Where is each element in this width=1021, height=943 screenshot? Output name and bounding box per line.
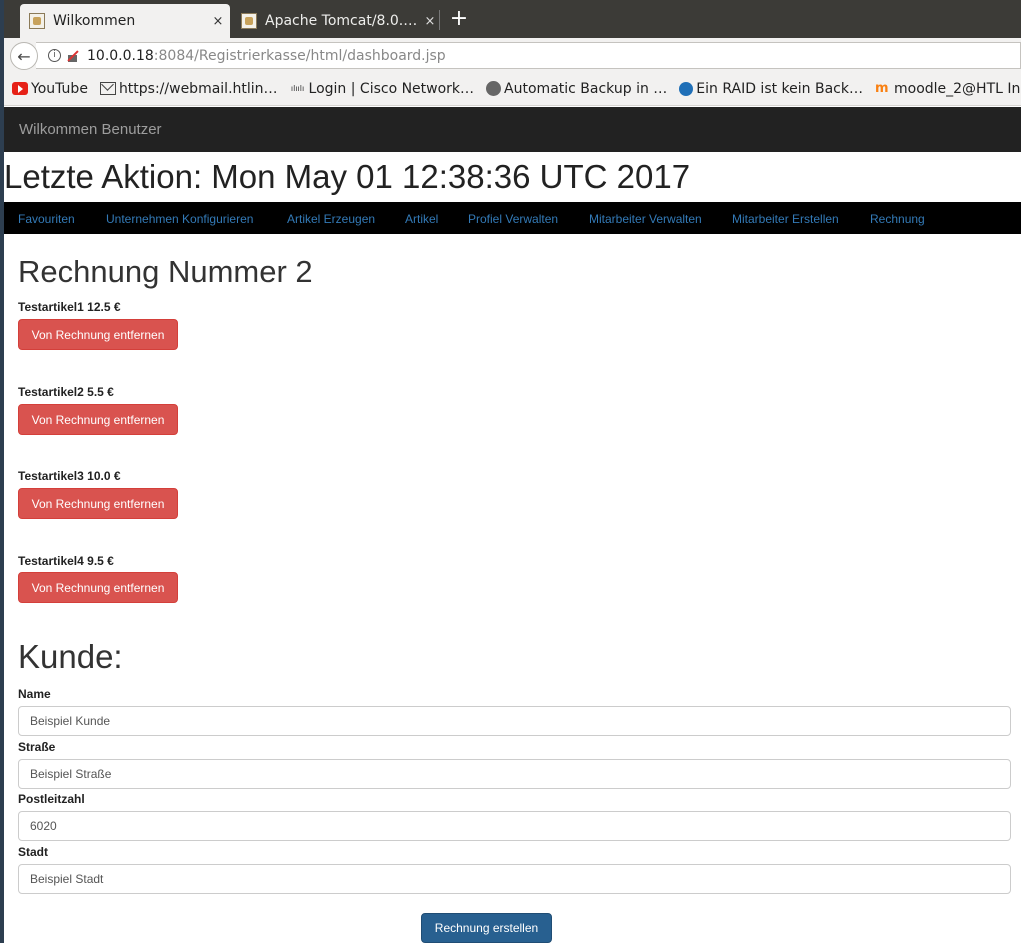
menu-item-artikel-erzeugen[interactable]: Artikel Erzeugen [287, 212, 375, 226]
customer-heading: Kunde: [18, 638, 123, 675]
postal-code-field[interactable]: 6020 [18, 811, 1011, 841]
bookmark-label: moodle_2@HTL Inns [893, 80, 1021, 97]
cisco-icon: ılıılı [290, 84, 305, 93]
bookmark-raid[interactable]: Ein RAID ist kein Back… [679, 81, 863, 97]
remove-item-button[interactable]: Von Rechnung entfernen [18, 404, 178, 435]
mail-icon [99, 82, 116, 95]
tab-title: Wilkommen [53, 13, 136, 29]
bookmark-webmail[interactable]: https://webmail.htlin… [99, 80, 278, 97]
postal-code-label: Postleitzahl [18, 792, 85, 806]
bookmark-label: https://webmail.htlin… [118, 80, 278, 97]
tab-bar: Wilkommen × Apache Tomcat/8.0.… × + [0, 0, 1021, 38]
name-field[interactable]: Beispiel Kunde [18, 706, 1011, 736]
menu-item-mitarbeiter-verwalten[interactable]: Mitarbeiter Verwalten [589, 212, 702, 226]
menu-item-rechnung[interactable]: Rechnung [870, 212, 925, 226]
back-button[interactable]: ← [10, 42, 38, 70]
street-label: Straße [18, 740, 56, 754]
new-tab-button[interactable]: + [448, 6, 470, 32]
tomcat-favicon-icon [241, 13, 257, 29]
menu-item-mitarbeiter-erstellen[interactable]: Mitarbeiter Erstellen [732, 212, 839, 226]
invoice-item-label: Testartikel4 9.5 € [18, 554, 114, 568]
bookmark-label: Automatic Backup in … [504, 80, 668, 97]
app-brand[interactable]: Wilkommen Benutzer [19, 121, 162, 138]
youtube-icon [12, 82, 28, 95]
remove-item-button[interactable]: Von Rechnung entfernen [18, 319, 178, 350]
bookmark-cisco[interactable]: ılıılı Login | Cisco Network… [290, 80, 475, 97]
tab-apache-tomcat[interactable]: Apache Tomcat/8.0.… × [232, 4, 442, 38]
remove-item-button[interactable]: Von Rechnung entfernen [18, 572, 178, 603]
menu-item-unternehmen-konfigurieren[interactable]: Unternehmen Konfigurieren [106, 212, 253, 226]
tab-title: Apache Tomcat/8.0.… [265, 13, 418, 29]
menu-item-profiel-verwalten[interactable]: Profiel Verwalten [468, 212, 558, 226]
remove-item-button[interactable]: Von Rechnung entfernen [18, 488, 178, 519]
invoice-item-label: Testartikel2 5.5 € [18, 385, 114, 399]
last-action-heading: Letzte Aktion: Mon May 01 12:38:36 UTC 2… [4, 158, 691, 195]
name-label: Name [18, 687, 51, 701]
app-navbar: Wilkommen Benutzer [4, 107, 1021, 152]
city-label: Stadt [18, 845, 48, 859]
insecure-lock-icon[interactable] [67, 50, 79, 62]
city-field[interactable]: Beispiel Stadt [18, 864, 1011, 894]
address-bar[interactable]: i 10.0.0.18:8084/Registrierkasse/html/da… [36, 42, 1021, 69]
globe-icon [486, 81, 502, 96]
bookmark-moodle[interactable]: m moodle_2@HTL Inns [875, 81, 1021, 97]
bookmark-label: YouTube [31, 80, 88, 97]
info-icon[interactable]: i [48, 49, 61, 62]
tomcat-favicon-icon [29, 13, 45, 29]
window-edge [0, 0, 4, 943]
url-path: :8084/Registrierkasse/html/dashboard.jsp [153, 47, 446, 64]
bookmark-label: Ein RAID ist kein Back… [696, 80, 863, 97]
street-field[interactable]: Beispiel Straße [18, 759, 1011, 789]
create-invoice-button[interactable]: Rechnung erstellen [421, 913, 552, 943]
invoice-item-label: Testartikel3 10.0 € [18, 469, 121, 483]
tab-separator [439, 10, 440, 30]
tab-wilkommen[interactable]: Wilkommen × [20, 4, 230, 38]
raid-icon [679, 81, 694, 96]
bookmark-youtube[interactable]: YouTube [12, 81, 88, 97]
bookmarks-bar: YouTube https://webmail.htlin… ılıılı Lo… [0, 72, 1021, 106]
bookmark-backup[interactable]: Automatic Backup in … [486, 81, 667, 97]
invoice-heading: Rechnung Nummer 2 [18, 254, 313, 289]
bookmark-label: Login | Cisco Network… [308, 80, 475, 97]
menu-item-artikel[interactable]: Artikel [405, 212, 438, 226]
close-tab-icon[interactable]: × [206, 14, 230, 29]
moodle-icon: m [874, 81, 889, 96]
menu-item-favouriten[interactable]: Favouriten [18, 212, 75, 226]
url-host: 10.0.0.18 [87, 47, 154, 64]
main-menu: Favouriten Unternehmen Konfigurieren Art… [4, 202, 1021, 234]
back-arrow-icon: ← [17, 46, 31, 66]
browser-toolbar: i 10.0.0.18:8084/Registrierkasse/html/da… [0, 38, 1021, 72]
invoice-item-label: Testartikel1 12.5 € [18, 300, 121, 314]
